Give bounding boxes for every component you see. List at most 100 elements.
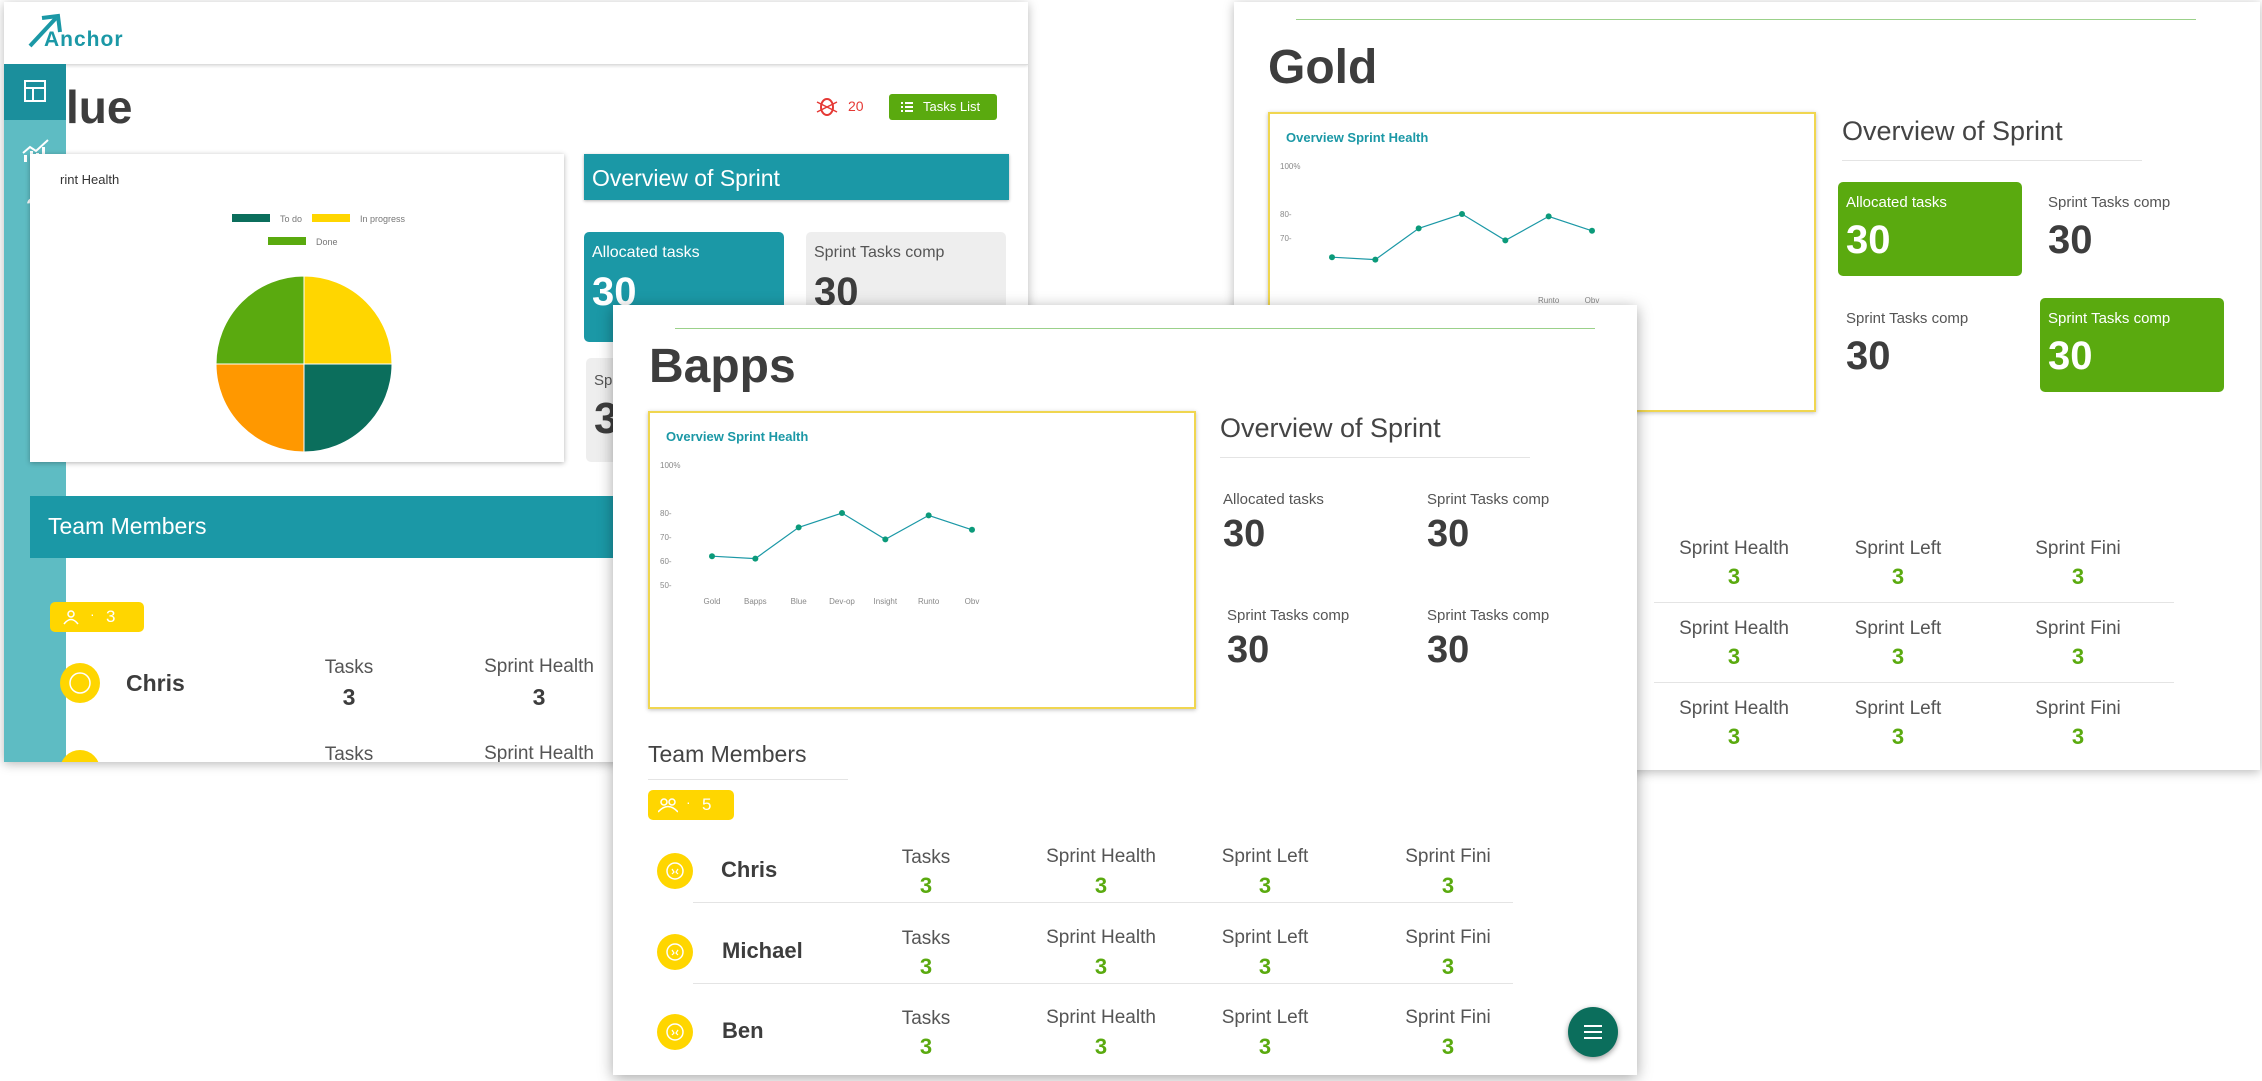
sprint-left-label: Sprint Left — [1854, 538, 1942, 559]
sprint-left-value: 3 — [1891, 724, 1905, 749]
pie-slice-2 — [215, 363, 305, 453]
x-tick-label: Runto — [1538, 296, 1560, 305]
tasks-label: Tasks — [901, 847, 951, 868]
sprint-health-label: Sprint Health — [1046, 1007, 1156, 1028]
tile-label: Allocated tasks — [1846, 194, 1947, 211]
stat-value: 30 — [1227, 629, 1270, 671]
sprint-left-value: 3 — [1258, 873, 1272, 898]
legend-swatch-todo — [232, 214, 270, 222]
data-point — [1589, 227, 1595, 234]
stat-label: Sprint Tasks comp — [1227, 607, 1350, 624]
sprint-left-label: Sprint Left — [1854, 618, 1942, 639]
y-tick-label: 100% — [1280, 162, 1300, 171]
legend-label-done: Done — [316, 237, 338, 247]
separator-dot: · — [686, 794, 691, 810]
sprint-fini-value: 3 — [2071, 564, 2085, 589]
series-line — [711, 512, 973, 560]
tasks-label: Tasks — [324, 744, 374, 762]
legend: To do In progress Done — [232, 214, 406, 247]
tasks-label: Tasks — [901, 928, 951, 949]
tile-label: Sprint Tasks comp — [814, 244, 945, 261]
data-point — [1372, 256, 1379, 263]
sprint-health-label: Sprint Health — [1046, 927, 1156, 948]
data-point — [1329, 254, 1335, 261]
sprint-tasks-comp-stat: Sprint Tasks comp 30 — [1427, 491, 1617, 571]
member-name: Ben — [722, 1018, 764, 1043]
allocated-tasks-stat: Allocated tasks 30 — [1223, 491, 1413, 571]
sprint-left-value: 3 — [1258, 954, 1272, 979]
tile-value: 30 — [1846, 334, 1891, 378]
sprint-health-chart: Overview Sprint Health 50- 60- 70- 80- 100% G… — [648, 411, 1196, 709]
overview-rule — [1842, 160, 2142, 161]
sprint-fini-value: 3 — [2071, 644, 2085, 669]
data-point — [839, 510, 845, 516]
pie-slices — [215, 275, 393, 453]
alert-count: 20 — [848, 98, 864, 114]
legend-label-todo: To do — [280, 214, 302, 224]
sprint-health-value: 3 — [1094, 954, 1108, 979]
sprint-health-value: 3 — [1094, 1034, 1108, 1059]
hamburger-menu-icon — [1584, 1025, 1602, 1039]
sidebar-item-dashboard[interactable] — [4, 64, 66, 120]
team-title: Team Members — [48, 513, 207, 539]
sprint-left-label: Sprint Left — [1221, 927, 1309, 948]
member-row[interactable]: Michael Tasks 3 Sprint Health 3 Sprint L… — [613, 916, 1637, 986]
legend-swatch-done — [268, 237, 306, 245]
avatar — [60, 663, 100, 703]
team-title: Team Members — [648, 741, 807, 767]
data-point — [752, 555, 759, 562]
y-tick-label: 60- — [660, 557, 672, 566]
separator-dot: · — [90, 606, 95, 622]
sprint-health-value: 3 — [532, 684, 546, 710]
sprint-fini-value: 3 — [2071, 724, 2085, 749]
overview-title: Overview of Sprint — [592, 165, 780, 191]
member-row[interactable]: Chris Tasks 3 Sprint Health 3 Sprint Lef… — [613, 835, 1637, 905]
sprint-fini-label: Sprint Fini — [1405, 927, 1491, 948]
team-icon — [63, 610, 79, 625]
pie-chart: To do In progress Done — [215, 214, 406, 453]
sprint-health-label: Sprint Health — [484, 743, 594, 762]
tile-label: Sp — [594, 372, 613, 389]
user-head-icon — [666, 862, 684, 880]
member-row[interactable]: Ben Tasks 3 Sprint Health 3 Sprint Left … — [613, 996, 1637, 1066]
sprint-tasks-comp-tile: Sprint Tasks comp 30 — [1838, 298, 2022, 392]
y-tick-label: 100% — [660, 461, 680, 470]
brand-name: Anchor — [44, 28, 124, 51]
data-point — [882, 536, 889, 543]
x-tick-label: Obv — [1585, 296, 1600, 305]
title-rule — [675, 328, 1595, 329]
tasks-value: 3 — [919, 954, 933, 979]
y-tick-label: 80- — [660, 509, 672, 518]
page-title: lue — [66, 81, 133, 133]
sprint-fini-label: Sprint Fini — [2035, 618, 2121, 639]
sprint-health-label: Sprint Health — [1679, 618, 1789, 639]
team-count-badge: · 3 — [50, 602, 144, 632]
sprint-health-value: 3 — [1727, 644, 1741, 669]
data-point — [925, 512, 932, 519]
y-tick-label: 70- — [1280, 234, 1292, 243]
tile-label: Sprint Tasks comp — [2048, 310, 2171, 327]
tile-label: Sprint Tasks comp — [1846, 310, 1969, 327]
team-count: 3 — [106, 607, 116, 626]
tasks-label: Tasks — [324, 657, 374, 678]
team-rule — [648, 779, 848, 780]
sprint-left-label: Sprint Left — [1221, 846, 1309, 867]
bapps-dashboard-window: Bapps Overview Sprint Health 50- 60- 70- 80… — [613, 305, 1637, 1075]
sprint-health-label: Sprint Health — [1679, 538, 1789, 559]
avatar — [657, 853, 693, 889]
menu-fab-button[interactable] — [1568, 1007, 1618, 1057]
x-tick-label: Bapps — [744, 597, 767, 606]
stat-label: Sprint Tasks comp — [1427, 491, 1550, 508]
overview-title: Overview of Sprint — [1220, 413, 1441, 443]
bug-icon — [816, 98, 838, 116]
avatar — [657, 1014, 693, 1050]
user-head-icon — [666, 943, 684, 961]
data-point — [969, 526, 975, 533]
stat-value: 30 — [1223, 513, 1266, 555]
tasks-value: 3 — [919, 873, 933, 898]
sprint-left-value: 3 — [1891, 564, 1905, 589]
tasks-list-button[interactable]: Tasks List — [889, 94, 997, 120]
sprint-left-label: Sprint Left — [1854, 698, 1942, 719]
pie-slice-0 — [303, 275, 393, 365]
tasks-label: Tasks — [901, 1008, 951, 1029]
